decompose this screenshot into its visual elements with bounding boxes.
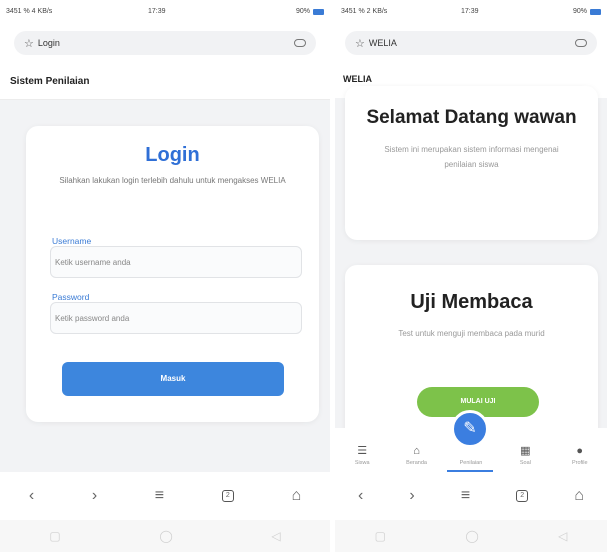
password-label: Password [52, 292, 90, 302]
nav-item-beranda[interactable]: ⌂ Beranda [397, 445, 437, 466]
forward-button[interactable]: › [92, 487, 97, 505]
login-subtitle: Silahkan lakukan login terlebih dahulu u… [59, 176, 286, 185]
recent-apps-icon[interactable]: ▢ [49, 529, 60, 543]
tab-switch-icon[interactable] [294, 39, 306, 47]
back-triangle-icon[interactable]: ◁ [558, 529, 567, 543]
welcome-card: Selamat Datang wawan Sistem ini merupaka… [345, 86, 598, 240]
recent-apps-icon[interactable]: ▢ [375, 529, 386, 543]
home-circle-icon[interactable]: ◯ [159, 529, 172, 543]
username-input[interactable] [50, 246, 302, 278]
reading-test-text: Test untuk menguji membaca pada murid [398, 329, 545, 338]
tabs-button[interactable]: 2 [516, 490, 529, 502]
stack-icon: ☰ [357, 445, 368, 457]
browser-nav: ‹ › ≡ 2 ⌂ [335, 472, 607, 520]
address-bar-title: WELIA [368, 38, 397, 48]
home-circle-icon[interactable]: ◯ [465, 529, 478, 543]
username-label: Username [52, 236, 92, 246]
status-bar: 3451 % 2 KB/s 17:39 90% [335, 0, 607, 22]
menu-button[interactable]: ≡ [155, 487, 164, 505]
welcome-heading: Selamat Datang wawan [366, 107, 577, 128]
tab-switch-icon[interactable] [575, 39, 587, 47]
page-title: Sistem Penilaian [0, 62, 330, 100]
menu-icon: ≡ [460, 487, 471, 504]
system-nav: ▢ ◯ ◁ [0, 520, 330, 552]
address-bar[interactable]: ☆ WELIA [345, 31, 597, 55]
forward-button[interactable]: › [409, 487, 414, 505]
reading-test-heading: Uji Membaca [410, 291, 533, 313]
menu-button[interactable]: ≡ [461, 487, 470, 505]
password-input[interactable] [50, 302, 302, 334]
home-icon: ⌂ [413, 445, 420, 457]
left-screen: 3451 % 4 KB/s 17:39 90% ☆ Login Sistem P… [0, 0, 330, 552]
right-screen: 3451 % 2 KB/s 17:39 90% ☆ WELIA WELIA Se… [335, 0, 607, 552]
battery-status: 90% [573, 8, 601, 15]
star-icon[interactable]: ☆ [24, 37, 34, 50]
back-button[interactable]: ‹ [358, 487, 363, 505]
nav-item-siswa[interactable]: ☰ Siswa [342, 444, 382, 466]
battery-status: 90% [296, 8, 324, 15]
address-bar[interactable]: ☆ Login [14, 31, 316, 55]
back-triangle-icon[interactable]: ◁ [271, 529, 280, 543]
browser-nav: ‹ › ≡ 2 ⌂ [0, 472, 330, 520]
nav-item-profile[interactable]: ● Profile [560, 445, 600, 466]
status-bar: 3451 % 4 KB/s 17:39 90% [0, 0, 330, 22]
tabs-button[interactable]: 2 [221, 490, 234, 502]
table-icon: ▦ [520, 445, 531, 457]
star-icon[interactable]: ☆ [355, 37, 365, 50]
login-title: Login [145, 144, 200, 166]
app-bottom-nav: ☰ Siswa ⌂ Beranda . Penilaian ▦ Soal ● P… [335, 410, 607, 472]
pencil-icon[interactable]: ✎ [451, 410, 489, 448]
home-button[interactable]: ⌂ [291, 487, 301, 505]
login-card: Login Silahkan lakukan login terlebih da… [26, 126, 319, 422]
system-nav: ▢ ◯ ◁ [335, 520, 607, 552]
battery-icon [590, 8, 601, 15]
welcome-text: Sistem ini merupakan sistem informasi me… [384, 145, 559, 169]
battery-icon [313, 8, 324, 15]
back-button[interactable]: ‹ [29, 487, 34, 505]
home-button[interactable]: ⌂ [574, 487, 584, 505]
clock: 17:39 [461, 8, 479, 15]
login-button[interactable]: Masuk [62, 362, 284, 396]
user-icon: ● [576, 445, 584, 457]
network-speed: 3451 % 4 KB/s [6, 8, 53, 15]
nav-item-penilaian[interactable]: . Penilaian [451, 445, 491, 466]
menu-icon: ≡ [154, 487, 165, 504]
page-title: WELIA [343, 74, 372, 84]
address-bar-title: Login [37, 38, 60, 48]
network-speed: 3451 % 2 KB/s [341, 8, 388, 15]
nav-item-soal[interactable]: ▦ Soal [505, 444, 545, 466]
clock: 17:39 [148, 8, 166, 15]
